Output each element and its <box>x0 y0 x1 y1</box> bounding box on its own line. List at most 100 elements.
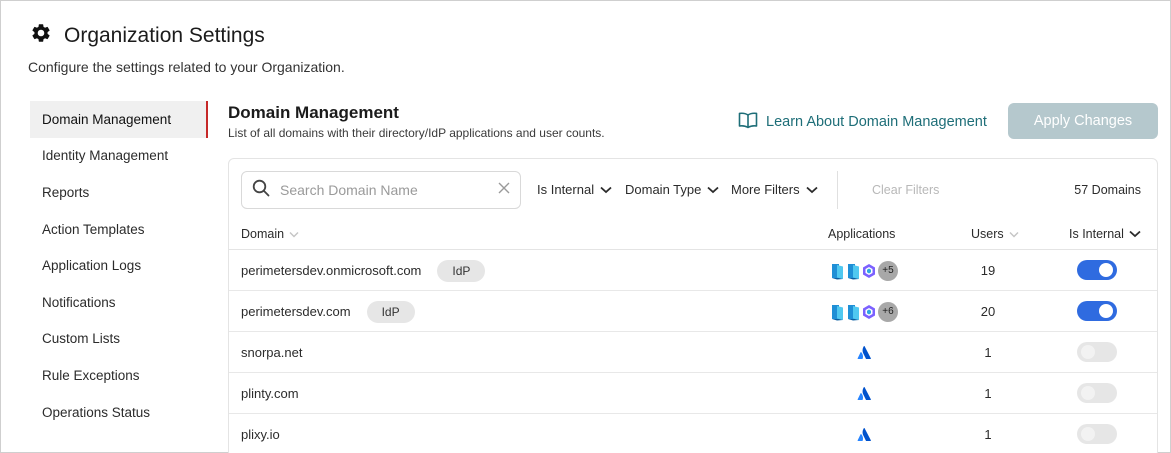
chevron-down-icon <box>707 182 719 197</box>
users-count: 1 <box>984 386 992 401</box>
domain-name: perimetersdev.onmicrosoft.com <box>241 263 422 278</box>
applications-cell: +6 <box>829 291 899 332</box>
table-row[interactable]: snorpa.net 1 <box>229 332 1157 373</box>
chevron-down-icon <box>600 182 612 197</box>
entra-id-icon <box>830 303 845 321</box>
column-header-is-internal[interactable]: Is Internal <box>1069 227 1141 241</box>
toolbar-divider <box>837 171 838 209</box>
sidebar-item-label: Notifications <box>42 294 116 310</box>
sidebar-item-label: Custom Lists <box>42 331 121 347</box>
search-input[interactable]: Search Domain Name <box>241 171 521 209</box>
domain-name: snorpa.net <box>241 345 303 360</box>
sidebar-item-operations-status[interactable]: Operations Status <box>30 394 208 431</box>
more-apps-badge[interactable]: +5 <box>878 260 898 281</box>
domain-cell: snorpa.net <box>241 332 302 373</box>
copilot-icon <box>862 304 876 320</box>
domain-cell: plinty.com <box>241 373 299 414</box>
toggle-knob <box>1081 427 1095 441</box>
domain-cell: plixy.io <box>241 414 280 453</box>
chevron-down-icon <box>1129 227 1141 241</box>
entra-id-icon <box>846 262 861 280</box>
sort-chevron-icon <box>1009 227 1019 241</box>
idp-badge: IdP <box>437 259 486 282</box>
sidebar-item-application-logs[interactable]: Application Logs <box>30 247 208 284</box>
table-row[interactable]: perimetersdev.onmicrosoft.com IdP +5 19 <box>229 250 1157 291</box>
table-row[interactable]: plinty.com 1 <box>229 373 1157 414</box>
page-title: Organization Settings <box>64 23 265 47</box>
applications-cell: +5 <box>829 250 899 291</box>
entra-id-icon <box>846 303 861 321</box>
users-count: 1 <box>984 427 992 442</box>
copilot-icon <box>862 263 876 279</box>
is-internal-toggle[interactable] <box>1077 424 1117 444</box>
toggle-knob <box>1099 304 1113 318</box>
is-internal-cell <box>1077 342 1117 362</box>
gear-icon <box>30 22 52 49</box>
applications-cell <box>829 373 899 414</box>
clear-filters-button[interactable]: Clear Filters <box>872 183 939 197</box>
filter-label: Is Internal <box>537 182 595 197</box>
filter-label: More Filters <box>731 182 800 197</box>
domain-name: plixy.io <box>241 427 280 442</box>
more-apps-badge[interactable]: +6 <box>878 301 898 322</box>
column-label: Applications <box>828 227 896 241</box>
table-row[interactable]: perimetersdev.com IdP +6 20 <box>229 291 1157 332</box>
atlassian-icon <box>857 427 872 442</box>
is-internal-toggle[interactable] <box>1077 260 1117 280</box>
entra-id-icon <box>830 262 845 280</box>
users-count: 1 <box>984 345 992 360</box>
column-label: Users <box>971 227 1004 241</box>
sidebar-item-rule-exceptions[interactable]: Rule Exceptions <box>30 357 208 394</box>
close-icon[interactable] <box>498 181 510 199</box>
is-internal-toggle[interactable] <box>1077 383 1117 403</box>
page-header: Organization Settings <box>30 22 265 49</box>
apply-changes-button[interactable]: Apply Changes <box>1008 103 1158 139</box>
sidebar-item-action-templates[interactable]: Action Templates <box>30 211 208 248</box>
sidebar-item-reports[interactable]: Reports <box>30 174 208 211</box>
domains-panel: Search Domain Name Is Internal Domain Ty… <box>228 158 1158 453</box>
filter-more-filters[interactable]: More Filters <box>731 182 818 197</box>
book-open-icon <box>738 111 758 133</box>
toggle-knob <box>1099 263 1113 277</box>
sidebar-item-label: Operations Status <box>42 404 151 420</box>
column-label: Domain <box>241 227 285 241</box>
chevron-down-icon <box>806 182 818 197</box>
sidebar-item-label: Domain Management <box>42 111 172 127</box>
applications-cell <box>829 332 899 373</box>
settings-sidebar: Domain Management Identity Management Re… <box>30 101 208 430</box>
page-subtitle: Configure the settings related to your O… <box>28 59 345 75</box>
filter-domain-type[interactable]: Domain Type <box>625 182 719 197</box>
sidebar-item-notifications[interactable]: Notifications <box>30 284 208 321</box>
is-internal-toggle[interactable] <box>1077 342 1117 362</box>
column-header-domain[interactable]: Domain <box>241 227 299 241</box>
filter-is-internal[interactable]: Is Internal <box>537 182 612 197</box>
sidebar-item-domain-management[interactable]: Domain Management <box>30 101 208 138</box>
domain-name: plinty.com <box>241 386 299 401</box>
users-count: 20 <box>980 304 996 319</box>
table-row[interactable]: plixy.io 1 <box>229 414 1157 453</box>
domain-count: 57 Domains <box>1074 183 1141 197</box>
section-subtitle: List of all domains with their directory… <box>228 126 605 140</box>
sidebar-item-label: Identity Management <box>42 148 169 164</box>
idp-badge: IdP <box>366 300 415 323</box>
column-header-users[interactable]: Users <box>971 227 1019 241</box>
sidebar-item-identity-management[interactable]: Identity Management <box>30 138 208 175</box>
search-icon <box>252 179 270 202</box>
domain-name: perimetersdev.com <box>241 304 351 319</box>
learn-about-domain-management-link[interactable]: Learn About Domain Management <box>738 111 987 133</box>
sidebar-item-custom-lists[interactable]: Custom Lists <box>30 321 208 358</box>
sidebar-item-label: Reports <box>42 184 90 200</box>
search-placeholder: Search Domain Name <box>280 182 418 198</box>
domain-cell: perimetersdev.com IdP <box>241 291 415 332</box>
sort-chevron-icon <box>289 227 299 241</box>
is-internal-cell <box>1077 383 1117 403</box>
sidebar-item-label: Application Logs <box>42 258 142 274</box>
atlassian-icon <box>857 345 872 360</box>
filter-label: Domain Type <box>625 182 702 197</box>
toggle-knob <box>1081 345 1095 359</box>
toggle-knob <box>1081 386 1095 400</box>
domain-cell: perimetersdev.onmicrosoft.com IdP <box>241 250 486 291</box>
is-internal-toggle[interactable] <box>1077 301 1117 321</box>
sidebar-item-label: Action Templates <box>42 221 145 237</box>
column-header-applications: Applications <box>828 227 895 241</box>
